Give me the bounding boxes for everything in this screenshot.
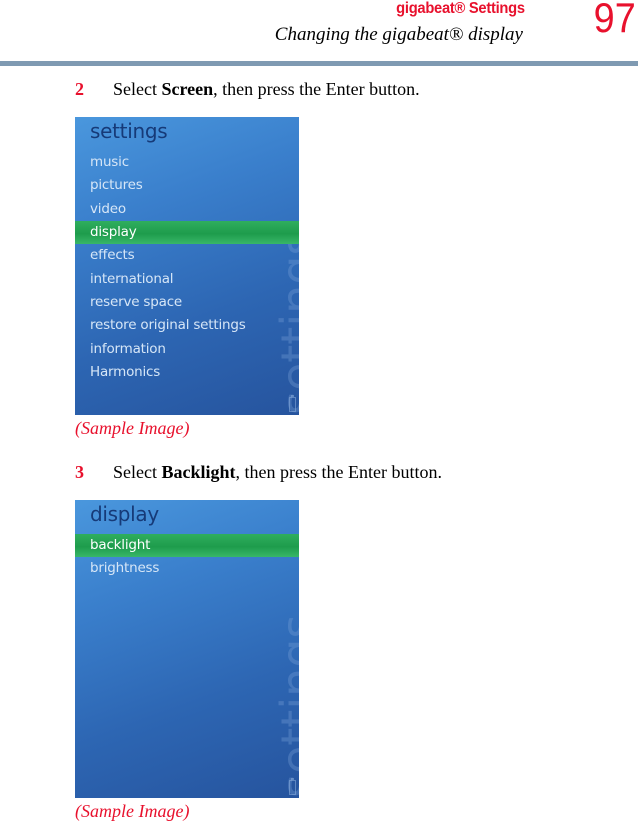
menu-item-brightness: brightness — [90, 560, 160, 576]
menu-item-reserve-space: reserve space — [90, 294, 183, 310]
menu-item-information: information — [90, 341, 166, 357]
header-divider — [0, 61, 638, 66]
step-keyword: Backlight — [161, 462, 236, 482]
display-screen-image: display settings backlight brightness — [75, 500, 299, 798]
step-3: 3 Select Backlight, then press the Enter … — [75, 462, 442, 482]
menu-item-display-selected: display — [75, 221, 299, 244]
step-number: 2 — [75, 79, 84, 99]
step-2: 2 Select Screen, then press the Enter but… — [75, 79, 420, 99]
chapter-subtitle: Changing the gigabeat® display — [274, 24, 523, 45]
step-keyword: Screen — [161, 79, 214, 99]
step-number: 3 — [75, 462, 84, 482]
sample-image-caption: (Sample Image) — [75, 418, 190, 438]
menu-item-effects: effects — [90, 247, 135, 263]
menu-item-harmonics: Harmonics — [90, 364, 161, 380]
sample-image-caption: (Sample Image) — [75, 801, 190, 821]
page-number: 97 — [593, 0, 636, 41]
screen-title: display — [90, 502, 159, 526]
screen-title: settings — [90, 119, 168, 143]
section-title: gigabeat® Settings — [396, 0, 525, 17]
menu-item-music: music — [90, 154, 129, 170]
menu-item-pictures: pictures — [90, 177, 143, 193]
settings-screen-image: settings settings music pictures video d… — [75, 117, 299, 415]
menu-item-backlight-selected: backlight — [75, 534, 299, 557]
battery-icon — [289, 778, 296, 795]
menu-item-restore-original-settings: restore original settings — [90, 317, 246, 333]
battery-icon — [289, 395, 296, 412]
menu-item-international: international — [90, 271, 174, 287]
menu-item-video: video — [90, 201, 126, 217]
